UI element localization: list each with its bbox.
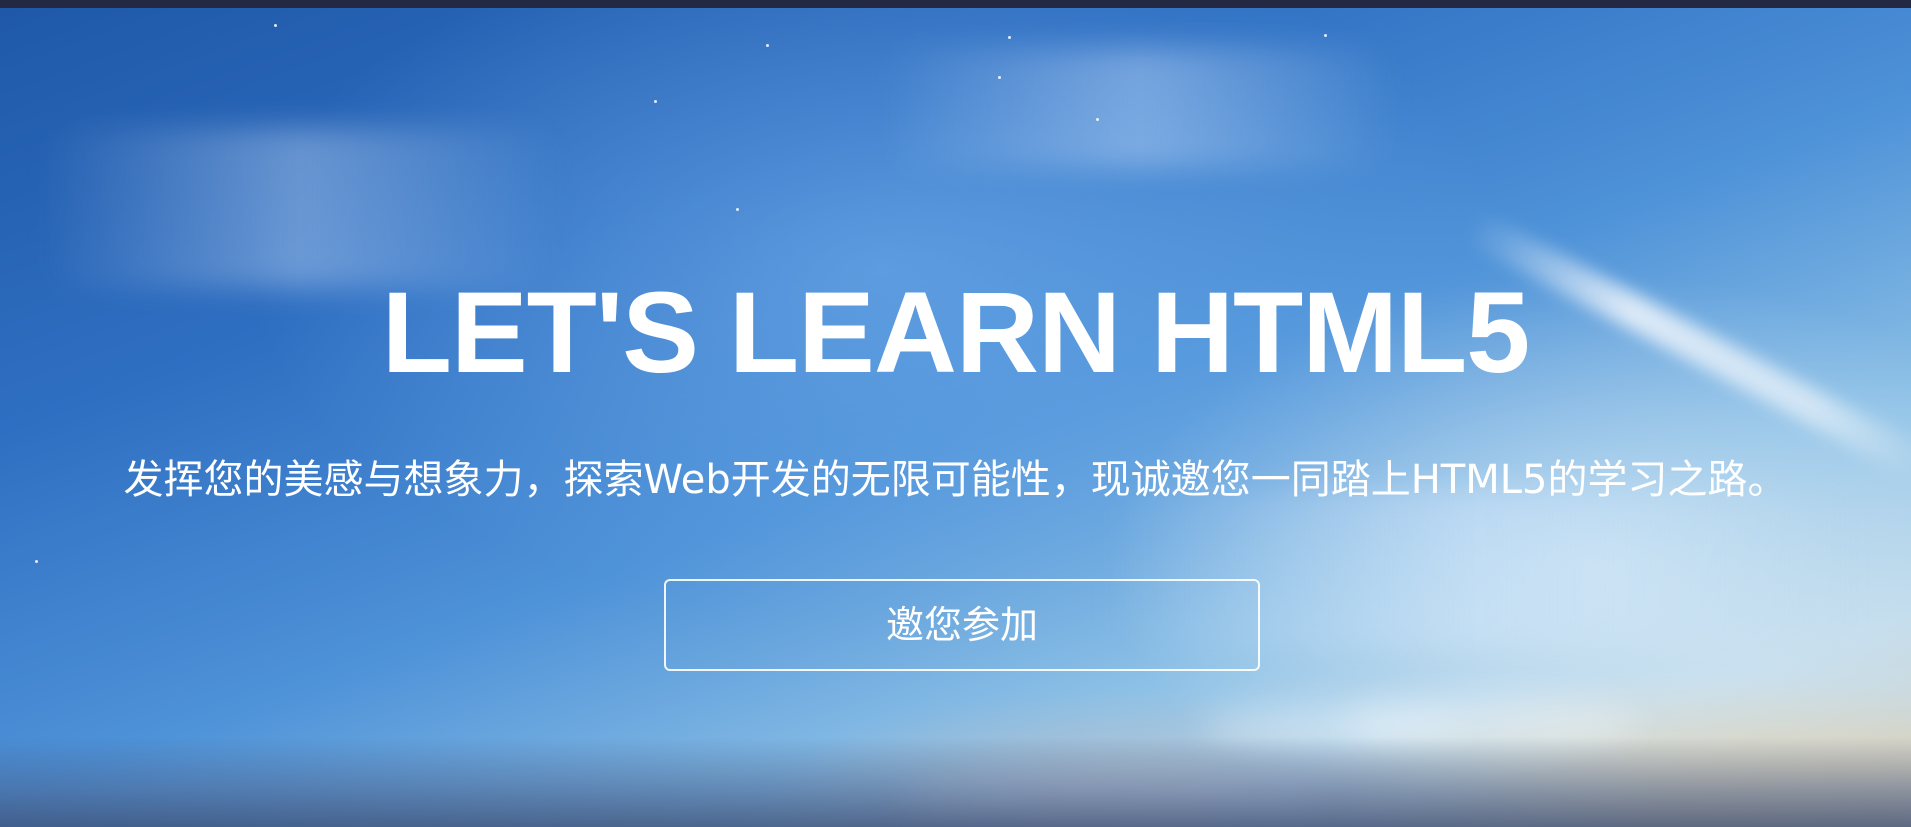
top-bar [0,0,1911,8]
sky-wisp [880,48,1400,168]
star [1096,118,1099,121]
sky-wisp [40,128,560,288]
star [1324,34,1327,37]
hero-headline: LET'S LEARN HTML5 [381,269,1531,397]
star [766,44,769,47]
hero-banner [0,8,1911,827]
star [998,76,1001,79]
star [274,24,277,27]
join-button[interactable]: 邀您参加 [664,579,1260,671]
star [1008,36,1011,39]
horizon-clouds [0,737,1911,827]
star [35,560,38,563]
hero-subtitle: 发挥您的美感与想象力，探索Web开发的无限可能性，现诚邀您一同踏上HTML5的学… [123,457,1788,503]
star [736,208,739,211]
star [654,100,657,103]
